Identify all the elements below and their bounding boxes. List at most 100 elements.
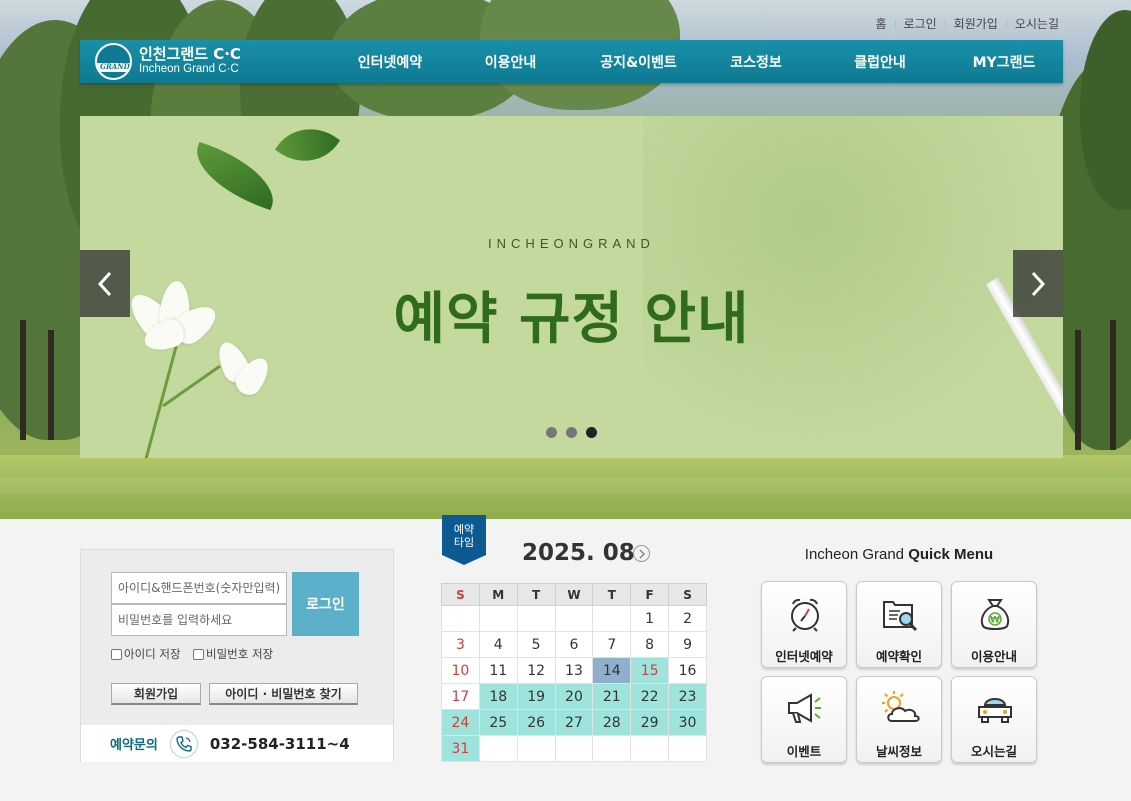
calendar-day-13[interactable]: 13: [554, 657, 594, 684]
slider-dot-1[interactable]: [546, 427, 557, 438]
slider-pagination: [546, 427, 597, 438]
find-account-button[interactable]: 아이디 · 비밀번호 찾기: [209, 683, 358, 705]
calendar-day-5[interactable]: 5: [516, 631, 556, 658]
join-button[interactable]: 회원가입: [111, 683, 201, 705]
calendar-day-25[interactable]: 25: [478, 709, 518, 736]
calendar-day-11[interactable]: 11: [478, 657, 518, 684]
quick-menu-event[interactable]: 이벤트: [761, 676, 847, 763]
calendar-day-3[interactable]: 3: [441, 631, 480, 658]
calendar-week: 17 18 19 20 21 22 23: [441, 683, 707, 710]
quick-menu-directions[interactable]: 오시는길: [951, 676, 1037, 763]
calendar-weekday: W: [554, 583, 594, 606]
calendar-day-16[interactable]: 16: [668, 657, 707, 684]
calendar-empty-cell: [478, 605, 518, 632]
reservation-time-ribbon: 예약 타임: [442, 515, 486, 565]
quick-menu-reservation[interactable]: 인터넷예약: [761, 581, 847, 668]
nav-item-reservation[interactable]: 인터넷예약: [340, 52, 440, 72]
calendar-empty-cell: [592, 605, 632, 632]
calendar-day-19[interactable]: 19: [516, 683, 556, 710]
quick-menu-guide[interactable]: ₩ 이용안내: [951, 581, 1037, 668]
svg-text:₩: ₩: [990, 616, 1000, 626]
next-month-button[interactable]: [633, 545, 650, 562]
calendar-day-22[interactable]: 22: [630, 683, 670, 710]
leaf-decoration: [185, 141, 285, 211]
calendar-empty-cell: [441, 605, 480, 632]
calendar-day-23[interactable]: 23: [668, 683, 707, 710]
chevron-right-icon: [638, 548, 645, 559]
calendar-day-26[interactable]: 26: [516, 709, 556, 736]
calendar-empty-cell: [630, 735, 670, 762]
util-link-directions[interactable]: 오시는길: [1015, 15, 1059, 32]
calendar-day-4[interactable]: 4: [478, 631, 518, 658]
logo-english-name: Incheon Grand C·C: [139, 63, 239, 76]
nav-item-guide[interactable]: 이용안내: [458, 52, 563, 72]
calendar-day-1[interactable]: 1: [630, 605, 670, 632]
calendar-empty-cell: [554, 735, 594, 762]
id-input[interactable]: [111, 572, 287, 604]
reservation-calendar: SMTWTFS 1 2 3 4 5 6 7 8 9 10 11 12 13 14 15 16 17 18 19 20 2…: [441, 583, 707, 762]
phone-icon: [169, 729, 198, 758]
calendar-day-7[interactable]: 7: [592, 631, 632, 658]
slider-next-button[interactable]: [1013, 250, 1063, 317]
calendar-weekday: S: [668, 583, 707, 606]
util-link-join[interactable]: 회원가입: [954, 15, 998, 32]
nav-item-course[interactable]: 코스정보: [706, 52, 806, 72]
calendar-day-12[interactable]: 12: [516, 657, 556, 684]
calendar-week: 12: [441, 605, 707, 632]
slider-dot-3[interactable]: [586, 427, 597, 438]
nav-item-my-grand[interactable]: MY그랜드: [954, 52, 1054, 72]
calendar-weekday: F: [630, 583, 670, 606]
quick-menu-title: Incheon Grand Quick Menu: [804, 546, 994, 563]
calendar-weekday: M: [478, 583, 518, 606]
alarm-clock-icon: [791, 598, 819, 632]
utility-links: 홈 로그인 회원가입 오시는길: [875, 15, 1059, 32]
slider-prev-button[interactable]: [80, 250, 130, 317]
contact-number: 032-584-3111~4: [209, 734, 350, 753]
calendar-day-20[interactable]: 20: [554, 683, 594, 710]
calendar-day-8[interactable]: 8: [630, 631, 670, 658]
chevron-right-icon: [1031, 271, 1046, 296]
calendar-day-24[interactable]: 24: [441, 709, 480, 736]
calendar-day-17[interactable]: 17: [441, 683, 480, 710]
save-id-checkbox[interactable]: 아이디 저장: [111, 646, 181, 662]
nav-item-club[interactable]: 클럽안내: [830, 52, 930, 72]
calendar-day-27[interactable]: 27: [554, 709, 594, 736]
calendar-day-14[interactable]: 14: [592, 657, 632, 684]
chevron-left-icon: [97, 271, 112, 296]
password-input[interactable]: [111, 604, 287, 636]
calendar-week: 10 11 12 13 14 15 16: [441, 657, 707, 684]
calendar-empty-cell: [668, 735, 707, 762]
login-box: 로그인 아이디 저장 비밀번호 저장 회원가입 아이디 · 비밀번호 찾기 예약…: [80, 549, 394, 762]
calendar-day-21[interactable]: 21: [592, 683, 632, 710]
calendar-day-6[interactable]: 6: [554, 631, 594, 658]
calendar-day-18[interactable]: 18: [478, 683, 518, 710]
util-link-login[interactable]: 로그인: [904, 15, 937, 32]
megaphone-icon: [788, 693, 821, 723]
calendar-day-29[interactable]: 29: [630, 709, 670, 736]
calendar-day-30[interactable]: 30: [668, 709, 707, 736]
calendar-week: 31: [441, 735, 707, 762]
calendar-empty-cell: [592, 735, 632, 762]
calendar-day-31[interactable]: 31: [441, 735, 480, 762]
calendar-day-10[interactable]: 10: [441, 657, 480, 684]
calendar-day-2[interactable]: 2: [668, 605, 707, 632]
nav-item-notice-event[interactable]: 공지&이벤트: [581, 52, 696, 72]
calendar-day-9[interactable]: 9: [668, 631, 707, 658]
nav-menu: 인터넷예약 이용안내 공지&이벤트 코스정보 클럽안내 MY그랜드: [340, 52, 1054, 72]
save-password-checkbox[interactable]: 비밀번호 저장: [193, 646, 273, 662]
calendar-week: 24 25 26 27 28 29 30: [441, 709, 707, 736]
login-button[interactable]: 로그인: [292, 572, 359, 636]
quick-menu-weather[interactable]: 날씨정보: [856, 676, 942, 763]
slider-dot-2[interactable]: [566, 427, 577, 438]
util-link-home[interactable]: 홈: [875, 15, 886, 32]
calendar-day-15[interactable]: 15: [630, 657, 670, 684]
car-icon: [978, 698, 1012, 723]
quick-menu-check-reservation[interactable]: 예약확인: [856, 581, 942, 668]
hero-slider: INCHEONGRAND 예약 규정 안내: [80, 116, 1063, 458]
site-logo[interactable]: GRAND 인천그랜드 C·C Incheon Grand C·C: [95, 43, 325, 80]
calendar-weekday: S: [441, 583, 480, 606]
calendar-day-28[interactable]: 28: [592, 709, 632, 736]
slide-subtitle: INCHEONGRAND: [488, 236, 655, 251]
contact-label: 예약문의: [110, 738, 158, 753]
reservation-contact: 예약문의 032-584-3111~4: [81, 725, 393, 762]
